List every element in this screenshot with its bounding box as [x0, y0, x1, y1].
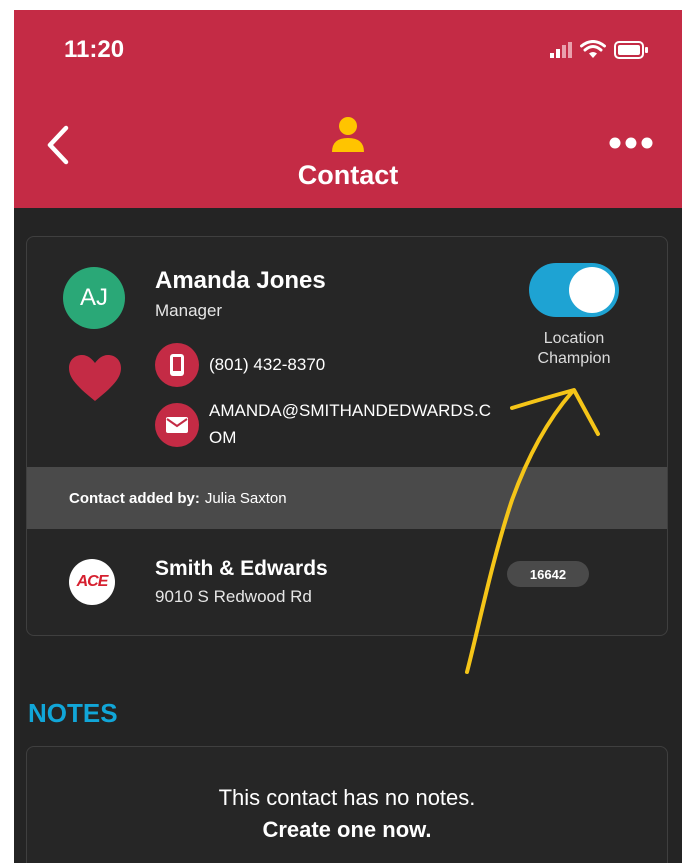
notes-heading: NOTES [28, 698, 118, 728]
toggle-knob [569, 267, 615, 313]
app-screen: 11:20 Contact AJ Amanda Jones Manager (8… [14, 10, 682, 863]
create-note-link[interactable]: Create one now. [27, 817, 667, 843]
signal-icon [550, 42, 572, 58]
contact-card: AJ Amanda Jones Manager (801) 432-8370 A… [26, 236, 668, 636]
status-icons [550, 40, 648, 60]
battery-icon [614, 41, 648, 59]
store-logo-text: ACE [76, 573, 109, 590]
phone-button[interactable] [155, 343, 199, 387]
phone-icon [170, 354, 184, 376]
notes-card: This contact has no notes. Create one no… [26, 746, 668, 863]
store-number-badge: 16642 [507, 561, 589, 587]
contact-name: Amanda Jones [155, 267, 326, 294]
location-champion-label: Location Champion [537, 330, 611, 367]
heart-icon[interactable] [69, 355, 121, 403]
location-champion-toggle[interactable] [529, 263, 619, 317]
status-time: 11:20 [64, 36, 125, 63]
phone-number[interactable]: (801) 432-8370 [209, 355, 325, 375]
store-name[interactable]: Smith & Edwards [155, 557, 328, 581]
store-logo: ACE [69, 559, 115, 605]
wifi-icon [580, 40, 606, 58]
contact-role: Manager [155, 301, 223, 320]
notes-empty-message: This contact has no notes. [218, 785, 476, 810]
header-bar: 11:20 Contact [14, 10, 682, 208]
avatar: AJ [63, 267, 125, 329]
contact-added-by-bar: Contact added by: Julia Saxton [27, 467, 667, 529]
added-by-label: Contact added by: [69, 489, 200, 507]
more-options-button[interactable] [608, 136, 654, 150]
store-address: 9010 S Redwood Rd [155, 587, 312, 606]
page-title: Contact [297, 160, 399, 190]
more-dots-icon [609, 137, 653, 149]
person-icon [332, 117, 364, 152]
email-button[interactable] [155, 403, 199, 447]
email-address[interactable]: AMANDA@SMITHANDEDWARDS.COM [209, 397, 499, 451]
added-by-name: Julia Saxton [204, 489, 287, 507]
mail-icon [166, 417, 188, 433]
